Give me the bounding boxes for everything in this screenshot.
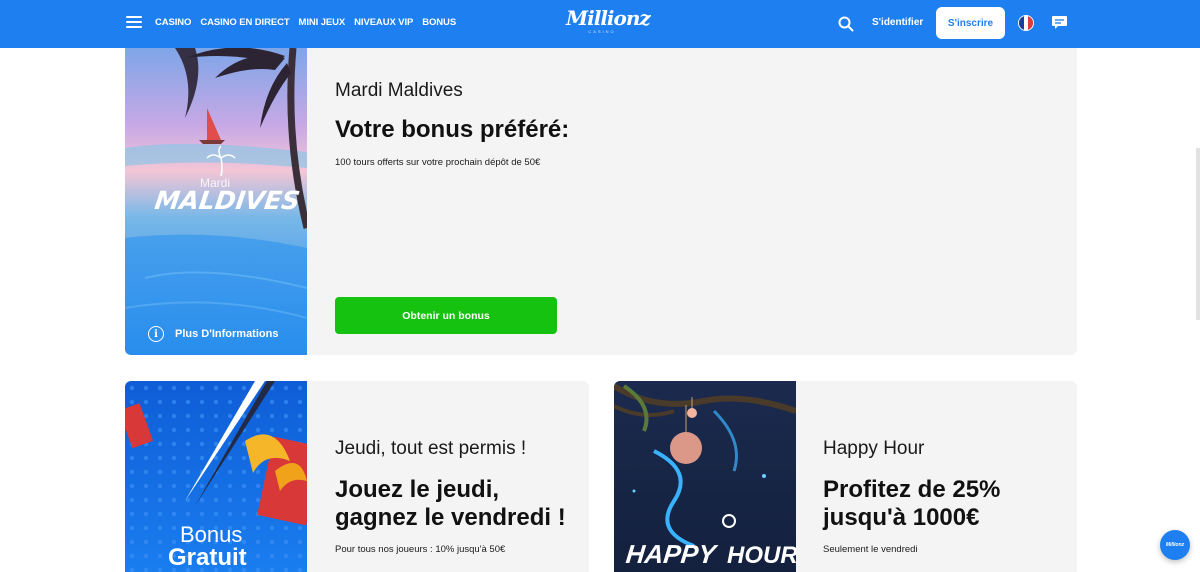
maldives-promo-image: Mardi MALDIVES i Plus D'Informations: [125, 48, 307, 355]
nav-live-casino[interactable]: CASINO EN DIRECT: [200, 17, 289, 28]
thursday-description: Pour tous nos joueurs : 10% jusqu'à 50€: [335, 544, 506, 555]
nav-casino[interactable]: CASINO: [155, 17, 191, 28]
promo-card-thursday: Bonus Gratuit Jeudi, tout est permis ! J…: [125, 381, 589, 572]
site-logo[interactable]: Millionz CASINO: [566, 6, 651, 37]
thursday-subtitle: Jeudi, tout est permis !: [335, 438, 527, 459]
happy-hour-subtitle: Happy Hour: [823, 438, 925, 459]
signup-button[interactable]: S'inscrire: [936, 7, 1005, 39]
happy-hour-promo-image: HAPPY HOUR: [614, 381, 796, 572]
thursday-promo-image: Bonus Gratuit: [125, 381, 307, 572]
get-bonus-button[interactable]: Obtenir un bonus: [335, 297, 557, 334]
info-icon: i: [148, 326, 164, 342]
flag-fr-icon[interactable]: [1018, 15, 1034, 31]
maldives-image-big-text: MALDIVES: [152, 186, 302, 215]
search-icon[interactable]: [838, 16, 854, 32]
scrollbar-edge[interactable]: [1196, 148, 1200, 320]
promo-title: Votre bonus préféré:: [335, 116, 570, 143]
nav-vip-levels[interactable]: NIVEAUX VIP: [354, 17, 413, 28]
happy-hour-title-line1: Profitez de 25%: [823, 476, 1001, 503]
main-nav: CASINO CASINO EN DIRECT MINI JEUX NIVEAU…: [155, 17, 456, 28]
menu-icon[interactable]: [126, 16, 142, 30]
chat-icon[interactable]: [1051, 15, 1068, 30]
thursday-title-line2: gagnez le vendredi !: [335, 504, 566, 531]
promo-card-happy-hour: HAPPY HOUR Happy Hour Profitez de 25% ju…: [614, 381, 1077, 572]
thursday-image-text-2: Gratuit: [168, 544, 247, 571]
happy-hour-image-text-1: HAPPY: [624, 539, 718, 569]
happy-hour-image-text-2: HOUR: [727, 542, 796, 569]
promo-description: 100 tours offerts sur votre prochain dép…: [335, 157, 541, 168]
happy-hour-description: Seulement le vendredi: [823, 544, 918, 555]
signin-link[interactable]: S'identifier: [872, 17, 923, 28]
promo-subtitle: Mardi Maldives: [335, 80, 463, 101]
more-info-link[interactable]: i Plus D'Informations: [148, 326, 278, 342]
top-header: CASINO CASINO EN DIRECT MINI JEUX NIVEAU…: [0, 0, 1200, 48]
happy-hour-title-line2: jusqu'à 1000€: [823, 504, 980, 531]
more-info-label: Plus D'Informations: [175, 328, 279, 340]
logo-text: Millionz: [566, 6, 651, 30]
promo-card-maldives: Mardi MALDIVES i Plus D'Informations Mar…: [125, 48, 1077, 355]
chat-launcher-button[interactable]: Millionz: [1160, 530, 1190, 560]
nav-mini-games[interactable]: MINI JEUX: [299, 17, 346, 28]
nav-bonus[interactable]: BONUS: [422, 17, 456, 28]
thursday-title-line1: Jouez le jeudi,: [335, 476, 500, 503]
